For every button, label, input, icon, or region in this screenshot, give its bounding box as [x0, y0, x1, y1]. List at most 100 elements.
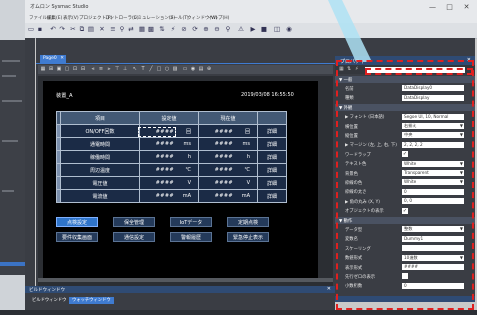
setpoint-display[interactable]: ####	[138, 126, 176, 137]
window-title: オムロン Sysmac Studio	[30, 4, 89, 10]
current-value-display[interactable]: ####	[199, 193, 233, 199]
ungroup-icon[interactable]: ⊟	[80, 66, 86, 73]
run-icon[interactable]: ▶	[249, 25, 257, 34]
transfer-icon[interactable]: ⇅	[158, 25, 166, 34]
row-label: 電流値	[60, 189, 140, 203]
lamp-tool-icon[interactable]: ◉	[190, 66, 196, 73]
align-right-icon[interactable]: ⫸	[106, 66, 112, 73]
table-row: 通電時間 #### ms #### ms 詳細	[56, 137, 287, 151]
hmi-page-canvas: 装置_A 2019/03/08 16:55:50 項目 設定値 現在値 ON/O…	[43, 81, 318, 281]
nav-button-comm-settings[interactable]: 通信設定	[113, 232, 155, 242]
tab-label: Page0	[43, 56, 57, 61]
cut-icon[interactable]: ✂	[69, 25, 77, 34]
sync-icon[interactable]: ⟳	[191, 25, 199, 34]
detail-button[interactable]: 詳細	[257, 176, 287, 190]
menu-tools[interactable]: ツール(T)	[169, 15, 189, 21]
tab-page0[interactable]: Page0 ✕	[40, 55, 66, 63]
snap-icon[interactable]: ⊞	[48, 66, 54, 73]
unit-label: mA	[182, 193, 191, 199]
nav-button-alarm-history[interactable]: 警報履歴	[170, 232, 212, 242]
align-center-icon[interactable]: ≡	[98, 66, 104, 73]
align-bottom-icon[interactable]: ⊥	[122, 66, 128, 73]
maximize-button[interactable]: □	[442, 1, 457, 12]
send-back-icon[interactable]: ▢	[64, 66, 70, 73]
select-tool-icon[interactable]: ↖	[132, 66, 138, 73]
nav-button-periodic-check[interactable]: 定期点検	[227, 217, 269, 227]
nav-button-iot-data[interactable]: IoTデータ	[170, 217, 212, 227]
minimize-button[interactable]: —	[425, 1, 440, 12]
simulate-icon[interactable]: ◉	[285, 25, 293, 34]
current-value-display[interactable]: ####	[199, 129, 233, 135]
detail-button[interactable]: 詳細	[257, 124, 287, 138]
grid-icon[interactable]: ▦	[40, 66, 46, 73]
align-top-icon[interactable]: ⊤	[114, 66, 120, 73]
online-icon[interactable]: ⚡	[169, 25, 177, 34]
detail-button[interactable]: 詳細	[257, 163, 287, 177]
menu-bar: ファイル(F) 編集(E) 表示(V) プロジェクト(P) コントローラ(C) …	[25, 14, 477, 23]
close-icon[interactable]: ✕	[327, 286, 331, 292]
stop-icon[interactable]: ■	[260, 25, 268, 34]
image-tool-icon[interactable]: ▨	[172, 66, 178, 73]
line-tool-icon[interactable]: ╱	[148, 66, 154, 73]
zoom-in-icon[interactable]: ⊕	[202, 25, 210, 34]
replace-icon[interactable]: ⇄	[127, 25, 135, 34]
col-header-item: 項目	[60, 111, 140, 125]
tab-watch-window[interactable]: ウォッチウィンドウ	[69, 297, 114, 304]
chart-tool-icon[interactable]: ▤	[198, 66, 204, 73]
nav-button-requirements[interactable]: 要件収集画面	[56, 232, 98, 242]
monitor-icon[interactable]: ◫	[273, 25, 281, 34]
menu-view[interactable]: 表示(V)	[63, 15, 79, 21]
current-value-display[interactable]: ####	[199, 154, 233, 160]
align-icon[interactable]: ≡	[109, 25, 117, 34]
button-tool-icon[interactable]: ▭	[182, 66, 188, 73]
col-header-setpoint: 設定値	[139, 111, 199, 125]
setpoint-display[interactable]: ####	[140, 167, 174, 173]
zoom-tool-icon[interactable]: ⊕	[206, 66, 212, 73]
save-icon[interactable]: ▪	[36, 25, 44, 34]
nav-button-emergency-stop[interactable]: 緊急停止表示	[227, 232, 269, 242]
close-icon[interactable]: ✕	[60, 56, 64, 61]
align-left-icon[interactable]: ⫷	[90, 66, 96, 73]
tab-build-window[interactable]: ビルドウィンドウ	[29, 297, 69, 304]
offline-icon[interactable]: ⊘	[180, 25, 188, 34]
text-tool-icon[interactable]: T	[140, 66, 146, 73]
copy-icon[interactable]: ⧉	[78, 25, 86, 34]
zoom-out-icon[interactable]: ⊖	[213, 25, 221, 34]
menu-help[interactable]: ヘルプ(H)	[209, 15, 229, 21]
horizontal-scrollbar[interactable]	[38, 278, 333, 282]
menu-edit[interactable]: 編集(E)	[47, 15, 62, 21]
rect-tool-icon[interactable]: □	[156, 66, 162, 73]
unit-label: mA	[241, 193, 250, 199]
ellipse-tool-icon[interactable]: ○	[164, 66, 170, 73]
detail-button[interactable]: 詳細	[257, 150, 287, 164]
redo-icon[interactable]: ↷	[58, 25, 66, 34]
setpoint-display[interactable]: ####	[140, 193, 174, 199]
undo-icon[interactable]: ↶	[49, 25, 57, 34]
group-icon[interactable]: ⊡	[72, 66, 78, 73]
nav-button-maintenance[interactable]: 保全管理	[113, 217, 155, 227]
col-header-action	[257, 111, 287, 125]
current-value-display[interactable]: ####	[199, 180, 233, 186]
nav-button-inspection-settings[interactable]: 点検設定	[56, 217, 98, 227]
setpoint-display[interactable]: ####	[140, 141, 174, 147]
paste-icon[interactable]: ▤	[87, 25, 95, 34]
row-label: 電圧値	[60, 176, 140, 190]
search-icon[interactable]: ⚲	[224, 25, 232, 34]
find-icon[interactable]: ⚲	[118, 25, 126, 34]
setpoint-display[interactable]: ####	[140, 154, 174, 160]
rebuild-icon[interactable]: ▩	[147, 25, 155, 34]
main-toolbar: ▭ ▪ ↶ ↷ ✂ ⧉ ▤ ✕ ≡ ⚲ ⇄ ▦ ▩ ⇅ ⚡ ⊘ ⟳ ⊕ ⊖ ⚲ …	[25, 23, 477, 39]
detail-button[interactable]: 詳細	[257, 189, 287, 203]
current-value-display[interactable]: ####	[199, 141, 233, 147]
bring-front-icon[interactable]: ▣	[56, 66, 62, 73]
setpoint-display[interactable]: ####	[140, 180, 174, 186]
delete-icon[interactable]: ✕	[98, 25, 106, 34]
build-icon[interactable]: ▦	[138, 25, 146, 34]
current-value-display[interactable]: ####	[199, 167, 233, 173]
warning-icon[interactable]: ⚠	[237, 25, 245, 34]
detail-button[interactable]: 詳細	[257, 137, 287, 151]
unit-label: ms	[242, 141, 250, 147]
close-button[interactable]: ✕	[459, 1, 474, 12]
new-file-icon[interactable]: ▭	[27, 25, 35, 34]
background-window	[0, 40, 25, 275]
